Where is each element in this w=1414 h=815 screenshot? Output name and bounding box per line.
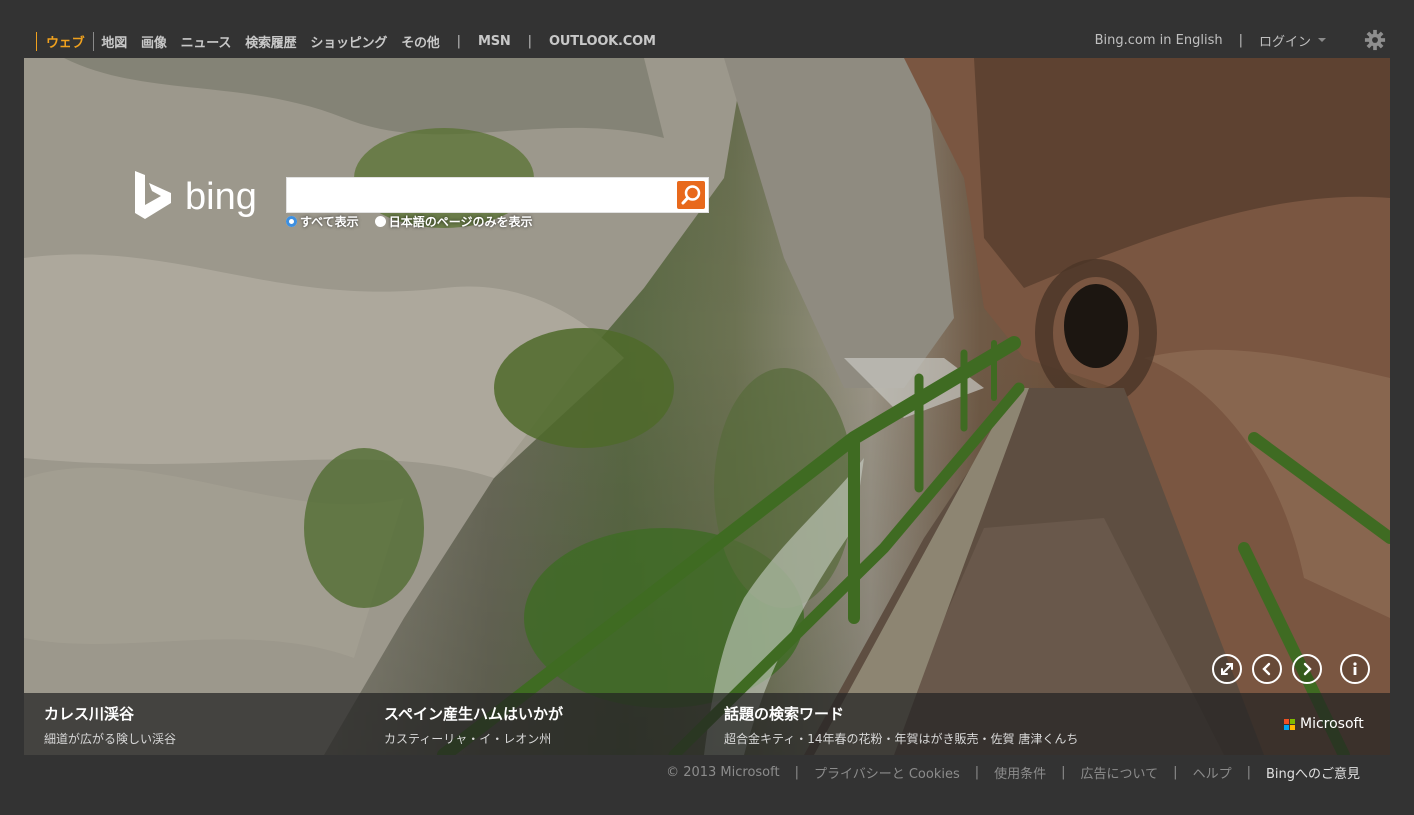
footer: © 2013 Microsoft | プライバシーと Cookies | 使用条… [666,763,1360,782]
next-icon [1303,662,1312,676]
nav-item-more[interactable]: その他 [394,32,446,51]
footer-separator: | [1061,765,1066,780]
scope-all-radio[interactable]: すべて表示 [286,213,359,230]
nav-item-web[interactable]: ウェブ [36,31,95,51]
story-subtitle: カスティーリャ・イ・レオン州 [384,732,552,746]
header-separator: | [1238,32,1243,48]
footer-link-privacy[interactable]: プライバシーと Cookies [814,763,960,782]
canyon-photo [24,58,1390,755]
top-navigation: ウェブ 地図 画像 ニュース 検索履歴 ショッピング その他 | MSN | O… [0,0,1414,58]
header-right: Bing.com in English | ログイン [1095,29,1386,51]
login-label: ログイン [1258,34,1311,50]
footer-link-ads[interactable]: 広告について [1081,763,1159,782]
story-subtitle: 超合金キティ・14年春の花粉・年賀はがき販売・佐賀 唐津くんち [724,732,1079,746]
nav-item-msn[interactable]: MSN [471,34,518,49]
story-item[interactable]: カレス川渓谷 細道が広がる険しい渓谷 [44,703,176,747]
bing-logo[interactable]: bing [133,171,273,223]
microsoft-label: Microsoft [1300,716,1364,732]
image-info-button[interactable] [1340,654,1370,684]
info-icon [1353,662,1357,675]
logo-text: bing [185,176,257,218]
footer-separator: | [1246,765,1251,780]
microsoft-windows-icon [1284,718,1295,730]
previous-icon [1262,662,1271,676]
search-button[interactable] [677,181,705,209]
login-menu[interactable]: ログイン [1259,31,1326,50]
scope-all-label: すべて表示 [300,215,359,229]
nav-item-outlook[interactable]: OUTLOOK.COM [542,34,663,49]
search-scope: すべて表示 日本語のページのみを表示 [286,213,532,230]
story-title: スペイン産生ハムはいかが [384,705,563,723]
fullscreen-icon [1221,663,1233,675]
previous-image-button[interactable] [1252,654,1282,684]
chevron-down-icon [1318,38,1326,42]
story-title: 話題の検索ワード [724,705,845,723]
search-box [286,177,709,213]
microsoft-logo: Microsoft [1284,716,1364,732]
story-item[interactable]: スペイン産生ハムはいかが カスティーリャ・イ・レオン州 [384,703,563,747]
nav-separator: | [527,33,532,49]
hero-image: bing すべて表示 日本語のページのみを表示 カレス川渓谷 細道が広がる険しい… [24,58,1390,755]
fullscreen-button[interactable] [1212,654,1242,684]
scope-japanese-radio[interactable]: 日本語のページのみを表示 [374,213,533,230]
footer-link-help[interactable]: ヘルプ [1193,763,1232,782]
story-item[interactable]: 話題の検索ワード 超合金キティ・14年春の花粉・年賀はがき販売・佐賀 唐津くんち [724,703,1078,747]
nav-item-news[interactable]: ニュース [174,32,239,51]
story-title: カレス川渓谷 [44,705,135,723]
footer-link-terms[interactable]: 使用条件 [994,763,1046,782]
nav-left: ウェブ 地図 画像 ニュース 検索履歴 ショッピング その他 | MSN | O… [36,31,663,51]
radio-unselected-icon [374,216,386,227]
scope-japanese-label: 日本語のページのみを表示 [388,215,533,229]
nav-item-shopping[interactable]: ショッピング [303,32,394,51]
gear-icon[interactable] [1364,29,1386,51]
story-subtitle: 細道が広がる険しい渓谷 [44,732,177,746]
english-link[interactable]: Bing.com in English [1095,33,1223,48]
footer-separator: | [794,765,799,780]
nav-item-maps[interactable]: 地図 [94,32,134,51]
search-icon [681,185,701,205]
nav-separator: | [456,33,461,49]
radio-selected-icon [286,216,297,227]
next-image-button[interactable] [1292,654,1322,684]
footer-separator: | [974,765,980,780]
copyright: © 2013 Microsoft [666,765,780,780]
search-input[interactable] [287,178,675,212]
footer-separator: | [1173,765,1178,780]
footer-link-feedback[interactable]: Bingへのご意見 [1266,763,1360,782]
nav-item-history[interactable]: 検索履歴 [238,32,303,51]
hotspot-strip: カレス川渓谷 細道が広がる険しい渓谷 スペイン産生ハムはいかが カスティーリャ・… [24,693,1390,755]
nav-item-images[interactable]: 画像 [134,32,174,51]
